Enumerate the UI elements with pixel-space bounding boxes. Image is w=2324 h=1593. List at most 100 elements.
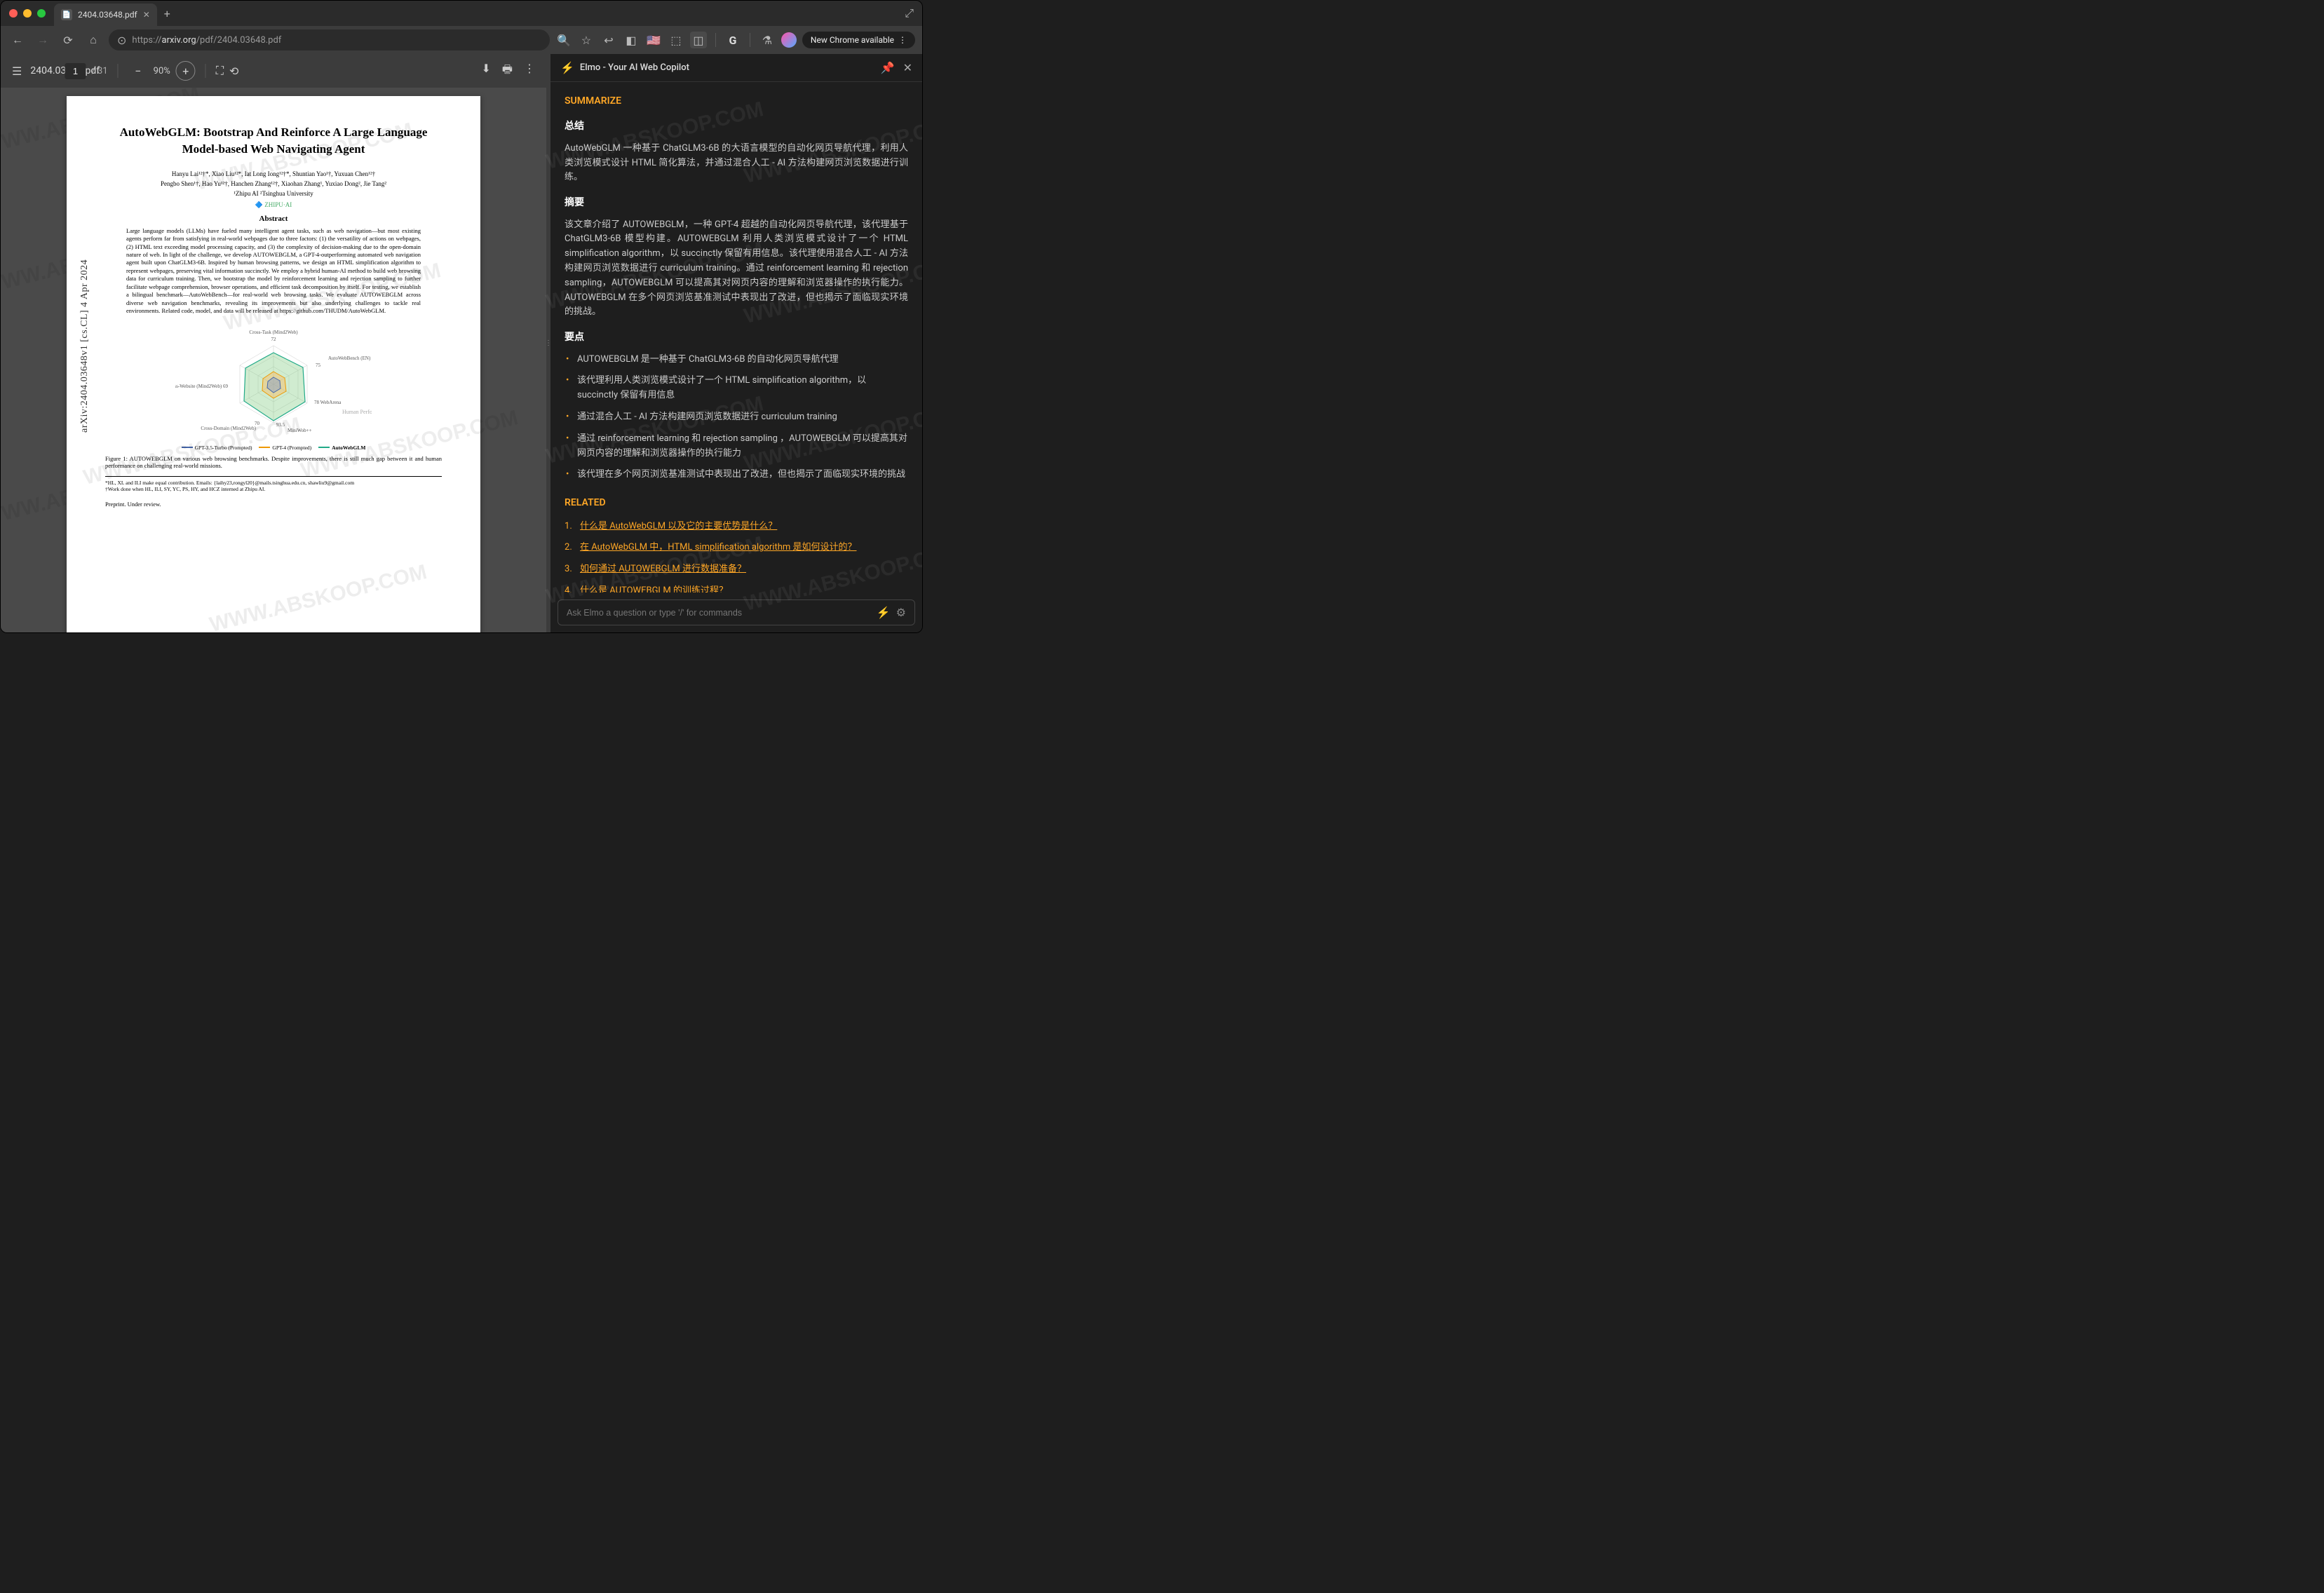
fit-page-icon[interactable]: ⛶ xyxy=(216,64,224,78)
related-item: 什么是 AUTOWEBGLM 的训练过程？ xyxy=(565,584,908,592)
pdf-toolbar: ☰ 2404.03648.pdf / 31 − 90% + ⛶ ⟲ ⬇ 🖶 ⋮ xyxy=(1,54,546,88)
section-summary-text: AutoWebGLM 一种基于 ChatGLM3-6B 的大语言模型的自动化网页… xyxy=(565,142,908,185)
ext-sidepanel-icon[interactable]: ◫ xyxy=(690,32,707,48)
zoom-icon[interactable]: 🔍 xyxy=(555,32,572,48)
maximize-window[interactable] xyxy=(37,9,46,18)
browser-tab[interactable]: 📄 2404.03648.pdf ✕ xyxy=(54,4,157,26)
svg-text:Human Performance: Human Performance xyxy=(342,409,372,415)
svg-text:Cross-Task (Mind2Web): Cross-Task (Mind2Web) xyxy=(249,330,298,335)
close-sidepanel-icon[interactable]: ✕ xyxy=(903,61,912,74)
new-tab-button[interactable]: + xyxy=(164,7,170,20)
list-item: 该代理利用人类浏览模式设计了一个 HTML simplification alg… xyxy=(565,374,908,403)
related-link[interactable]: 什么是 AUTOWEBGLM 的训练过程？ xyxy=(580,585,728,592)
minimize-window[interactable] xyxy=(23,9,32,18)
footnote-2: †Work done when HL, ILI, SY, YC, PS, HY,… xyxy=(105,486,442,492)
radar-chart: Cross-Task (Mind2Web) 72 AutoWebBench (E… xyxy=(175,321,372,440)
related-link[interactable]: 如何通过 AUTOWEBGLM 进行数据准备？ xyxy=(580,564,746,574)
sidepanel-title: Elmo - Your AI Web Copilot xyxy=(580,62,689,73)
svg-text:Cross-Domain (Mind2Web): Cross-Domain (Mind2Web) xyxy=(201,426,256,431)
traffic-lights xyxy=(9,9,46,18)
pin-icon[interactable]: 📌 xyxy=(881,61,895,74)
pdf-page: arXiv:2404.03648v1 [cs.CL] 4 Apr 2024 WW… xyxy=(67,96,480,632)
expand-icon[interactable]: ⤢ xyxy=(905,6,914,20)
ext-labs-icon[interactable]: ⚗ xyxy=(759,32,776,48)
abstract-text: Large language models (LLMs) have fueled… xyxy=(105,227,442,316)
elmo-bolt-icon: ⚡ xyxy=(560,61,574,74)
related-link[interactable]: 什么是 AutoWebGLM 以及它的主要优势是什么？ xyxy=(580,521,777,531)
preprint-notice: Preprint. Under review. xyxy=(105,501,442,508)
forward-button[interactable]: → xyxy=(33,30,53,50)
sidepanel-body[interactable]: SUMMARIZE 总结 AutoWebGLM 一种基于 ChatGLM3-6B… xyxy=(550,82,922,592)
sidepanel-header: ⚡ Elmo - Your AI Web Copilot 📌 ✕ xyxy=(550,54,922,82)
close-tab-icon[interactable]: ✕ xyxy=(143,10,150,20)
footnote-1: *HL, XL and ILI make equal contribution.… xyxy=(105,476,442,486)
bookmark-icon[interactable]: ☆ xyxy=(578,32,595,48)
svg-text:93.5: 93.5 xyxy=(276,422,285,428)
close-window[interactable] xyxy=(9,9,18,18)
url-text: https://arxiv.org/pdf/2404.03648.pdf xyxy=(132,35,281,46)
svg-text:75: 75 xyxy=(316,362,321,368)
pdf-viewport[interactable]: WWW.ABSKOOP.COM WWW.ABSKOOP.COM WWW.ABSK… xyxy=(1,88,546,632)
authors-line-2: Pengbo Shen¹†, Hao Yu¹²†, Hanchen Zhang¹… xyxy=(105,180,442,187)
back-button[interactable]: ← xyxy=(8,30,27,50)
elmo-question-input[interactable] xyxy=(567,608,871,618)
titlebar: 📄 2404.03648.pdf ✕ + ⤢ xyxy=(1,1,922,26)
related-heading: RELATED xyxy=(565,495,908,510)
profile-avatar[interactable] xyxy=(781,32,797,48)
related-item: 什么是 AutoWebGLM 以及它的主要优势是什么？ xyxy=(565,520,908,534)
update-chrome-button[interactable]: New Chrome available ⋮ xyxy=(802,32,915,48)
abstract-heading: Abstract xyxy=(105,215,442,223)
elmo-sidepanel: WWW.ABSKOOP.COM WWW.ABSKOOP.COM WWW.ABSK… xyxy=(550,54,922,632)
related-item: 如何通过 AUTOWEBGLM 进行数据准备？ xyxy=(565,562,908,577)
pdf-more-icon[interactable]: ⋮ xyxy=(524,62,535,81)
list-item: 通过混合人工 - AI 方法构建网页浏览数据进行 curriculum trai… xyxy=(565,410,908,425)
address-bar: ← → ⟳ ⌂ ⊙ https://arxiv.org/pdf/2404.036… xyxy=(1,26,922,54)
svg-text:AutoWebBench (EN): AutoWebBench (EN) xyxy=(328,355,371,361)
bolt-submit-icon[interactable]: ⚡ xyxy=(877,606,891,619)
download-icon[interactable]: ⬇ xyxy=(481,62,490,81)
print-icon[interactable]: 🖶 xyxy=(502,62,513,81)
tab-favicon: 📄 xyxy=(61,9,72,20)
authors-line-1: Hanyu Lai¹²†*, Xiao Liu¹²*, Iat Long Ion… xyxy=(105,170,442,177)
key-points-list: AUTOWEBGLM 是一种基于 ChatGLM3-6B 的自动化网页导航代理 … xyxy=(565,353,908,483)
ext-icon-4[interactable]: ⬚ xyxy=(668,32,684,48)
figure-caption: Figure 1: AUTOWEBGLM on various web brow… xyxy=(105,455,442,469)
menu-dots-icon: ⋮ xyxy=(898,35,907,45)
svg-text:MiniWob++: MiniWob++ xyxy=(288,428,312,433)
rotate-icon[interactable]: ⟲ xyxy=(229,65,238,78)
paper-title: AutoWebGLM: Bootstrap And Reinforce A La… xyxy=(105,124,442,158)
site-info-icon[interactable]: ⊙ xyxy=(117,34,126,47)
section-abstract-heading: 摘要 xyxy=(565,195,908,210)
svg-text:Cross-Website (Mind2Web) 69: Cross-Website (Mind2Web) 69 xyxy=(175,384,229,389)
related-item: 在 AutoWebGLM 中，HTML simplification algor… xyxy=(565,541,908,555)
pdf-viewer: ☰ 2404.03648.pdf / 31 − 90% + ⛶ ⟲ ⬇ 🖶 ⋮ xyxy=(1,54,546,632)
url-input[interactable]: ⊙ https://arxiv.org/pdf/2404.03648.pdf xyxy=(109,29,550,50)
related-link[interactable]: 在 AutoWebGLM 中，HTML simplification algor… xyxy=(580,542,856,553)
related-list: 什么是 AutoWebGLM 以及它的主要优势是什么？ 在 AutoWebGLM… xyxy=(565,520,908,593)
zoom-out-button[interactable]: − xyxy=(128,61,148,81)
svg-text:72: 72 xyxy=(271,337,277,342)
ext-flag-icon[interactable]: 🇺🇸 xyxy=(645,32,662,48)
pdf-menu-icon[interactable]: ☰ xyxy=(12,65,22,78)
ext-icon-2[interactable]: ◧ xyxy=(623,32,640,48)
svg-text:78 WebArena: 78 WebArena xyxy=(314,400,342,405)
reload-button[interactable]: ⟳ xyxy=(58,30,78,50)
home-button[interactable]: ⌂ xyxy=(83,30,103,50)
section-abstract-text: 该文章介绍了 AUTOWEBGLM，一种 GPT-4 超越的自动化网页导航代理，… xyxy=(565,218,908,320)
settings-icon[interactable]: ⚙ xyxy=(896,606,906,619)
ext-google-icon[interactable]: G xyxy=(724,32,741,48)
watermark: WWW.ABSKOOP.COM xyxy=(208,560,430,632)
page-total: / 31 xyxy=(91,66,107,76)
arxiv-id: arXiv:2404.03648v1 [cs.CL] 4 Apr 2024 xyxy=(79,259,90,433)
chart-legend: GPT-3.5-Turbo (Prompted) GPT-4 (Prompted… xyxy=(105,443,442,451)
ext-icon-1[interactable]: ↩ xyxy=(600,32,617,48)
zoom-value: 90% xyxy=(154,66,170,76)
tab-title: 2404.03648.pdf xyxy=(78,10,137,20)
zoom-in-button[interactable]: + xyxy=(176,61,196,81)
affiliations: ¹Zhipu AI ²Tsinghua University xyxy=(105,190,442,197)
summarize-heading: SUMMARIZE xyxy=(565,93,908,109)
list-item: 该代理在多个网页浏览基准测试中表现出了改进，但也揭示了面临现实环境的挑战 xyxy=(565,468,908,482)
page-number-input[interactable] xyxy=(65,63,86,79)
list-item: 通过 reinforcement learning 和 rejection sa… xyxy=(565,432,908,461)
org-logo: 🔷 ZHIPU·AI xyxy=(105,201,442,209)
